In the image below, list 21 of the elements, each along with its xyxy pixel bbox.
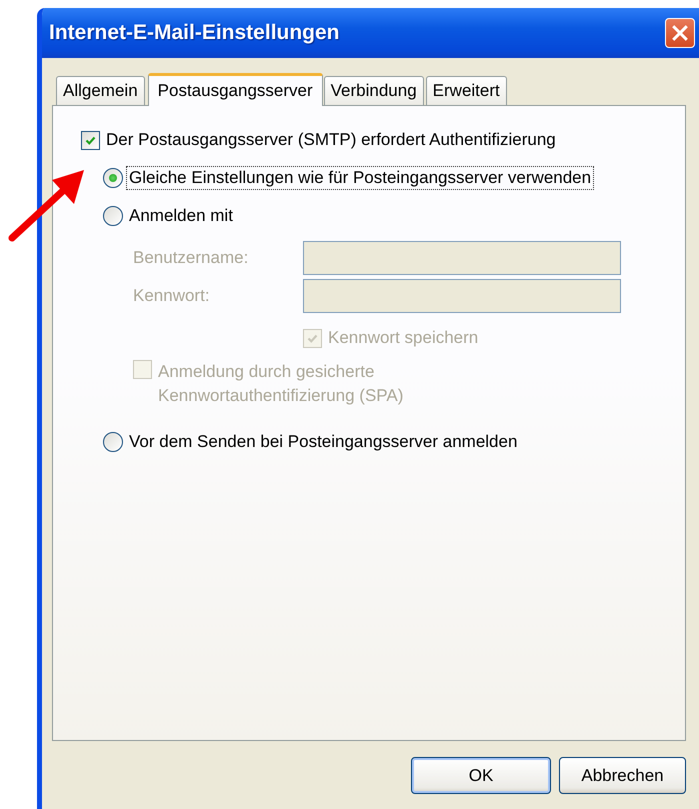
checkbox-label: Anmeldung durch gesicherte Kennwortauthentifizierung (SPA) — [157, 361, 404, 407]
field-label: Kennwort: — [133, 286, 211, 306]
checkbox[interactable] — [81, 130, 100, 150]
radio-label: Gleiche Einstellungen wie für Posteingangsserver verwenden — [126, 166, 594, 190]
field-label: Benutzername: — [133, 248, 250, 268]
radio-label: Vor dem Senden bei Posteingangsserver anmelden — [128, 431, 518, 453]
dialog-button[interactable]: Abbrechen — [559, 757, 686, 794]
window-title: Internet-E-Mail-Einstellungen — [49, 21, 340, 45]
tab[interactable]: Erweitert — [426, 76, 507, 105]
tab[interactable]: Postausgangsserver — [148, 73, 323, 106]
radio-button[interactable] — [103, 206, 123, 226]
radio-button[interactable] — [103, 168, 123, 188]
close-icon — [672, 25, 688, 41]
radio-button[interactable] — [103, 432, 123, 452]
close-button[interactable] — [665, 18, 695, 48]
checkbox-label: Der Postausgangsserver (SMTP) erfordert Authentifizierung — [105, 129, 557, 151]
dialog-button[interactable]: OK — [411, 757, 551, 794]
checkbox-label: Kennwort speichern — [327, 327, 480, 349]
radio-label: Anmelden mit — [128, 205, 234, 227]
tab[interactable]: Allgemein — [56, 76, 145, 105]
tab[interactable]: Verbindung — [324, 76, 424, 105]
